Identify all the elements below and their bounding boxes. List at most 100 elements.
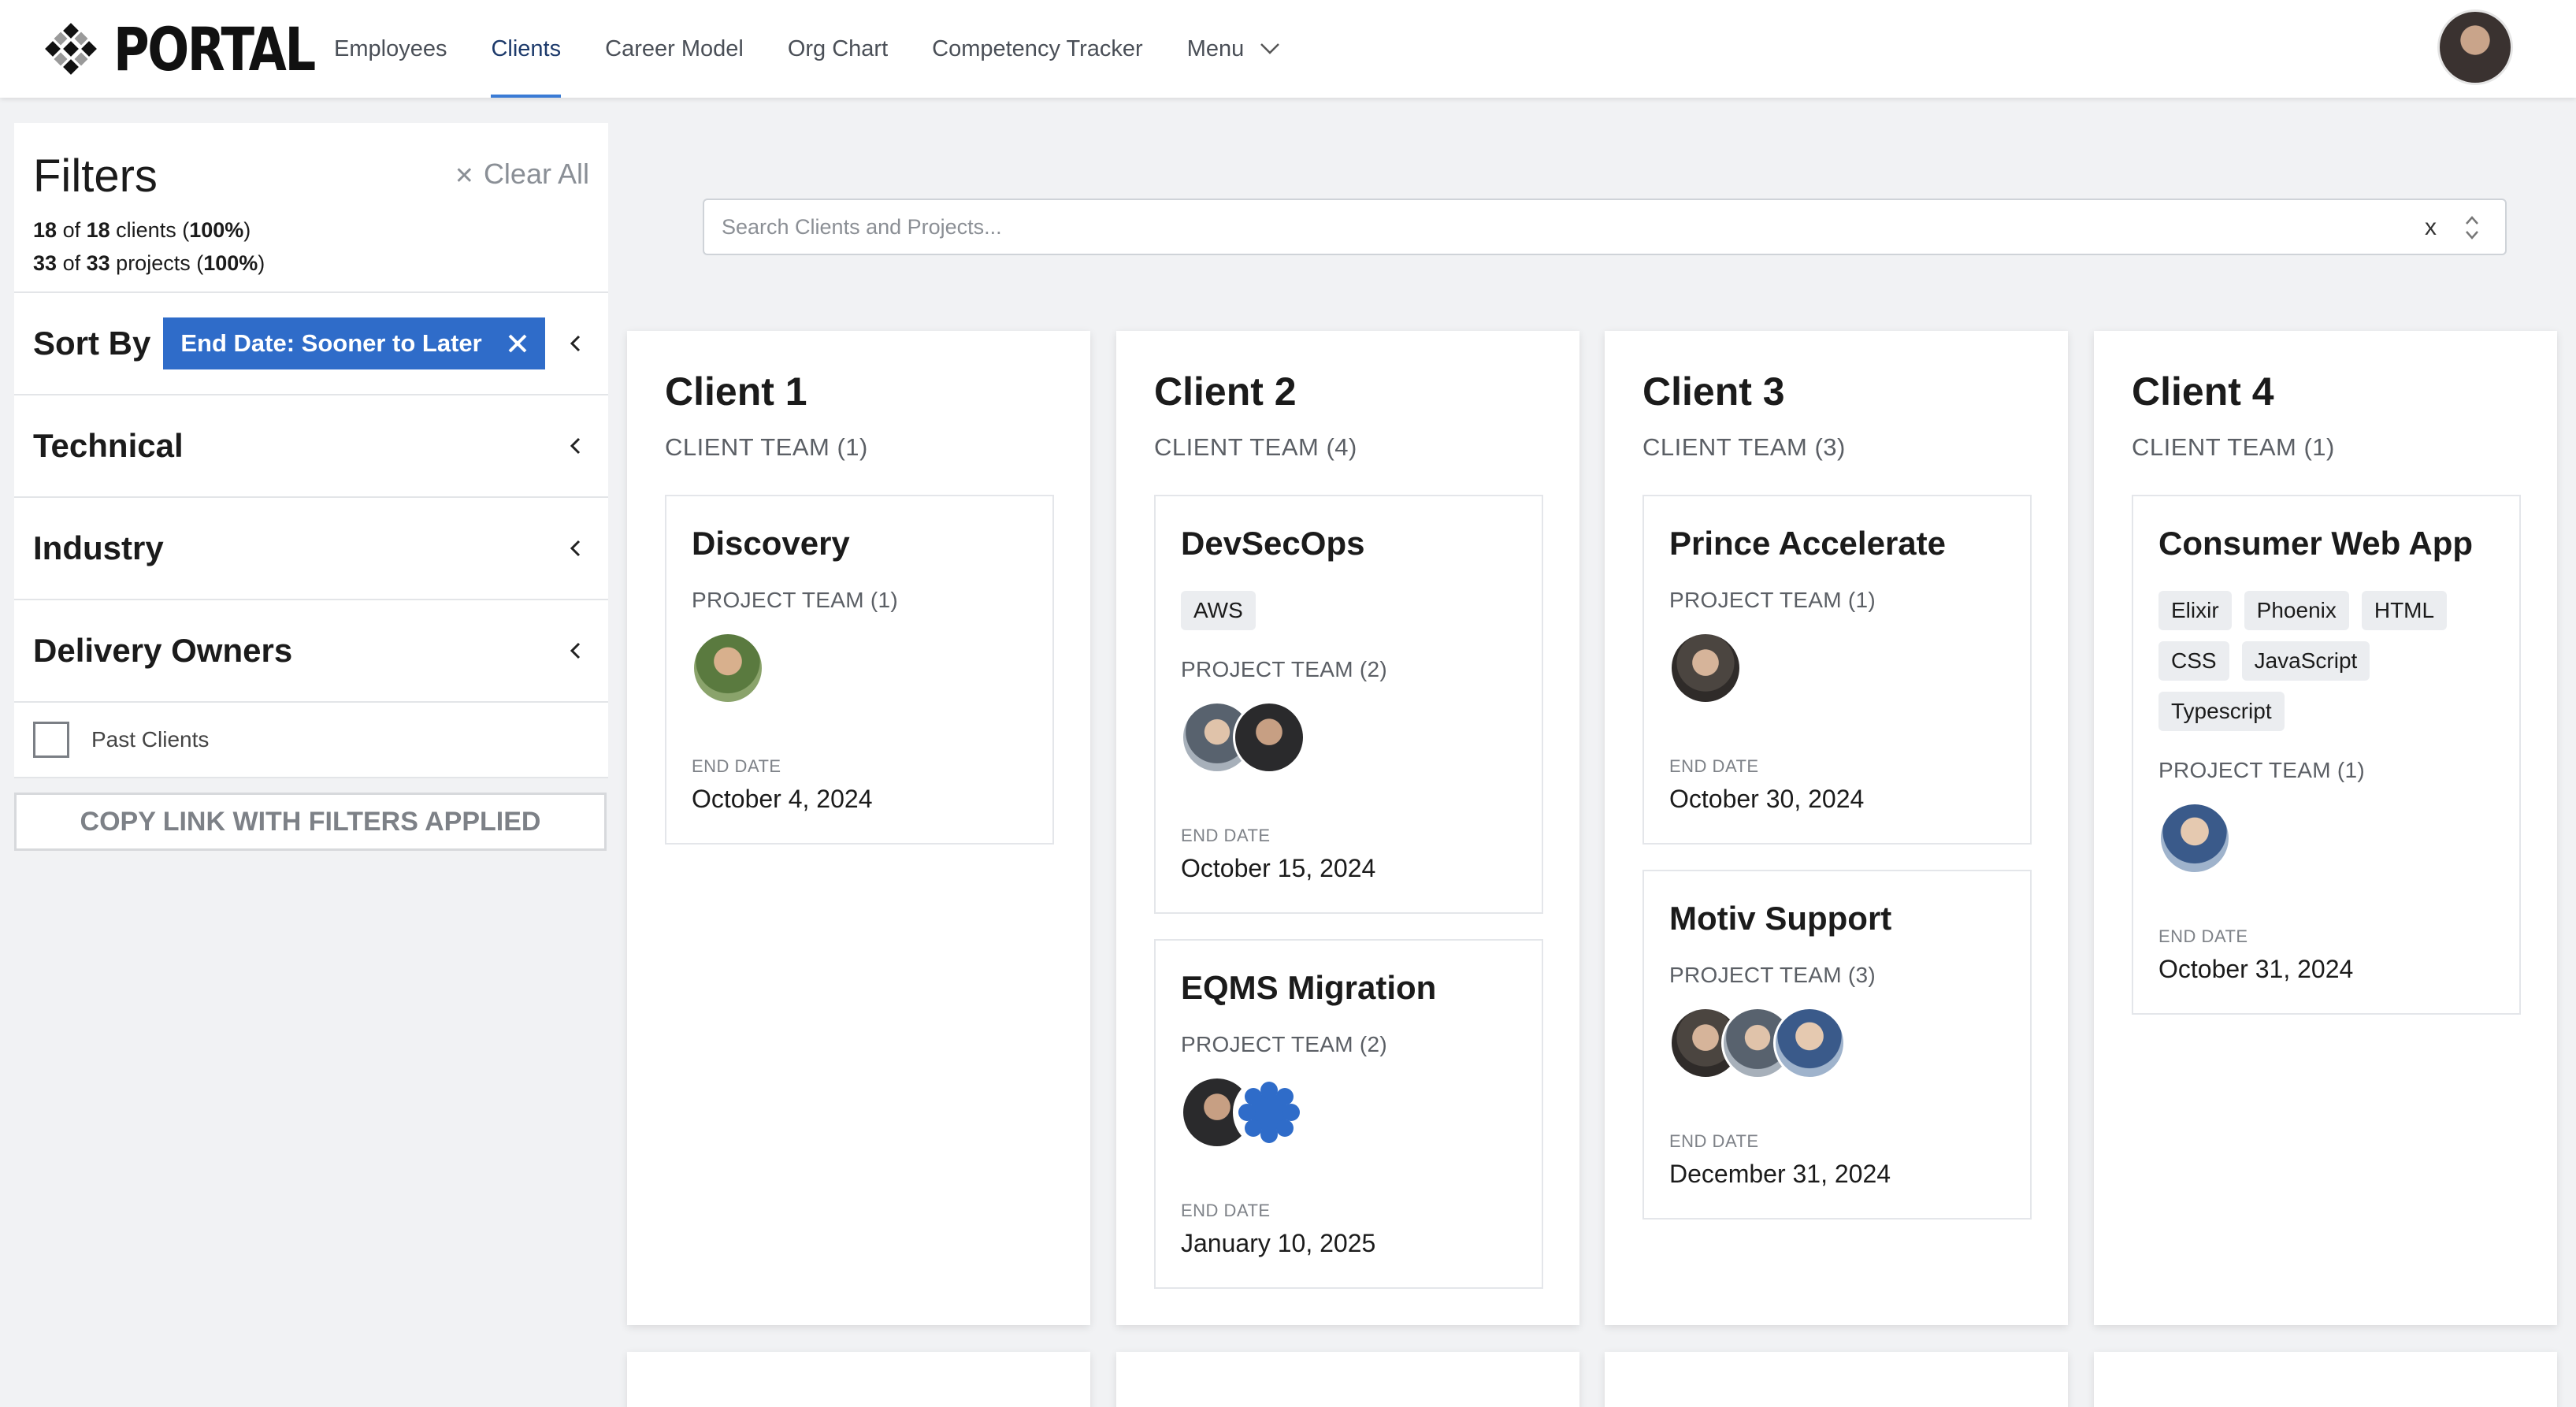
project-title[interactable]: DevSecOps <box>1181 525 1364 562</box>
end-date-value: October 4, 2024 <box>692 785 873 813</box>
filter-technical-label: Technical <box>33 427 184 464</box>
project-team-avatars <box>1181 1076 1305 1149</box>
clients-total: 18 <box>86 218 110 242</box>
project-card[interactable]: DevSecOps AWS PROJECT TEAM (2) END DATE … <box>1154 495 1543 914</box>
sort-by-row[interactable]: Sort By End Date: Sooner to Later <box>14 293 608 395</box>
search-clear-button[interactable]: x <box>2425 214 2437 241</box>
tech-tag: AWS <box>1181 591 1256 630</box>
project-title[interactable]: Prince Accelerate <box>1669 525 1946 562</box>
project-card[interactable]: Prince Accelerate PROJECT TEAM (1) END D… <box>1642 495 2032 845</box>
filter-delivery-owners-label: Delivery Owners <box>33 632 293 669</box>
client-card[interactable] <box>1116 1352 1579 1407</box>
nav-clients[interactable]: Clients <box>469 0 583 98</box>
filter-technical[interactable]: Technical <box>14 395 608 498</box>
tech-tag: CSS <box>2158 641 2229 681</box>
nav-competency-tracker[interactable]: Competency Tracker <box>910 0 1165 98</box>
close-icon[interactable] <box>507 333 528 354</box>
close-icon: ✕ <box>454 163 474 189</box>
client-card[interactable] <box>627 1352 1090 1407</box>
project-team-avatars <box>692 632 764 704</box>
chevron-left-icon[interactable] <box>569 334 581 353</box>
project-card[interactable]: Motiv Support PROJECT TEAM (3) END DATE … <box>1642 870 2032 1220</box>
client-title[interactable]: Client 1 <box>665 369 807 414</box>
tech-tag: HTML <box>2361 591 2448 630</box>
nav-career-model[interactable]: Career Model <box>583 0 766 98</box>
avatar[interactable] <box>692 632 764 704</box>
projects-pct: 100% <box>203 251 258 275</box>
project-team-label: PROJECT TEAM (1) <box>692 588 899 612</box>
avatar[interactable] <box>1233 701 1305 774</box>
clear-all-label: Clear All <box>483 158 589 190</box>
nav-menu[interactable]: Menu <box>1165 0 1303 98</box>
project-team-label: PROJECT TEAM (3) <box>1669 963 1876 987</box>
past-clients-label: Past Clients <box>91 727 210 752</box>
nav-employees[interactable]: Employees <box>312 0 469 98</box>
avatar[interactable] <box>1669 632 1742 704</box>
chevron-left-icon <box>570 540 581 557</box>
filter-delivery-owners[interactable]: Delivery Owners <box>14 600 608 703</box>
project-card[interactable]: Discovery PROJECT TEAM (1) END DATE Octo… <box>665 495 1054 845</box>
project-title[interactable]: EQMS Migration <box>1181 969 1436 1007</box>
past-clients-checkbox[interactable] <box>33 722 69 758</box>
project-title[interactable]: Consumer Web App <box>2158 525 2473 562</box>
tech-tag: Phoenix <box>2244 591 2349 630</box>
client-title[interactable]: Client 4 <box>2132 369 2274 414</box>
past-clients-row: Past Clients <box>14 703 608 778</box>
client-card[interactable]: Client 1 CLIENT TEAM (1) Discovery PROJE… <box>627 331 1090 1325</box>
end-date-label: END DATE <box>1181 1201 1271 1220</box>
search-input[interactable] <box>704 200 2280 254</box>
project-card[interactable]: Consumer Web App Elixir Phoenix HTML CSS… <box>2132 495 2521 1015</box>
nav-org-chart[interactable]: Org Chart <box>766 0 910 98</box>
project-team-avatars <box>2158 802 2231 874</box>
client-card[interactable]: Client 2 CLIENT TEAM (4) DevSecOps AWS P… <box>1116 331 1579 1325</box>
nav-menu-label: Menu <box>1186 35 1245 61</box>
client-card[interactable]: Client 3 CLIENT TEAM (3) Prince Accelera… <box>1605 331 2068 1325</box>
client-title[interactable]: Client 3 <box>1642 369 1785 414</box>
clear-all-button[interactable]: ✕ Clear All <box>455 158 589 191</box>
project-title[interactable]: Motiv Support <box>1669 900 1891 937</box>
filter-industry[interactable]: Industry <box>14 498 608 600</box>
portal-logo[interactable]: PORTAL <box>44 14 358 84</box>
end-date-label: END DATE <box>1669 1131 1759 1151</box>
client-title[interactable]: Client 2 <box>1154 369 1297 414</box>
project-card[interactable]: EQMS Migration PROJECT TEAM (2) END DATE… <box>1154 939 1543 1289</box>
tech-tags: AWS <box>1181 591 1527 641</box>
clients-word: clients <box>116 218 176 242</box>
of-word: of <box>62 218 81 242</box>
sort-chip[interactable]: End Date: Sooner to Later <box>163 317 545 369</box>
top-navigation-bar: PORTAL Employees Clients Career Model Or… <box>0 0 2576 98</box>
end-date-label: END DATE <box>1669 756 1759 776</box>
client-card[interactable] <box>2094 1352 2557 1407</box>
sort-arrows-icon[interactable] <box>2464 213 2480 243</box>
client-team: CLIENT TEAM (1) <box>2132 433 2335 461</box>
copy-link-button[interactable]: COPY LINK WITH FILTERS APPLIED <box>14 793 607 851</box>
clients-pct: 100% <box>189 218 244 242</box>
avatar[interactable] <box>1233 1076 1305 1149</box>
project-team-avatars <box>1669 632 1742 704</box>
user-avatar[interactable] <box>2437 9 2513 85</box>
sort-by-label: Sort By <box>33 325 151 362</box>
chevron-left-icon <box>570 437 581 455</box>
projects-shown: 33 <box>33 251 58 275</box>
end-date-value: January 10, 2025 <box>1181 1229 1376 1257</box>
project-title[interactable]: Discovery <box>692 525 850 562</box>
projects-word: projects <box>116 251 191 275</box>
chevron-left-icon <box>570 642 581 659</box>
end-date-label: END DATE <box>692 756 781 776</box>
main-nav: Employees Clients Career Model Org Chart… <box>312 0 1302 98</box>
client-team: CLIENT TEAM (1) <box>665 433 868 461</box>
avatar[interactable] <box>2158 802 2231 874</box>
client-card[interactable]: Client 4 CLIENT TEAM (1) Consumer Web Ap… <box>2094 331 2557 1325</box>
logo-mark-icon <box>45 23 97 75</box>
tech-tag: Typescript <box>2158 692 2285 731</box>
avatar[interactable] <box>1773 1007 1846 1079</box>
of-word: of <box>62 251 81 275</box>
logo-text: PORTAL <box>113 13 316 84</box>
tech-tag: Elixir <box>2158 591 2232 630</box>
client-team: CLIENT TEAM (4) <box>1154 433 1357 461</box>
project-team-avatars <box>1181 701 1305 774</box>
chevron-down-icon <box>1260 43 1280 54</box>
client-card[interactable] <box>1605 1352 2068 1407</box>
projects-total: 33 <box>86 251 110 275</box>
sort-chip-label: End Date: Sooner to Later <box>180 329 482 357</box>
